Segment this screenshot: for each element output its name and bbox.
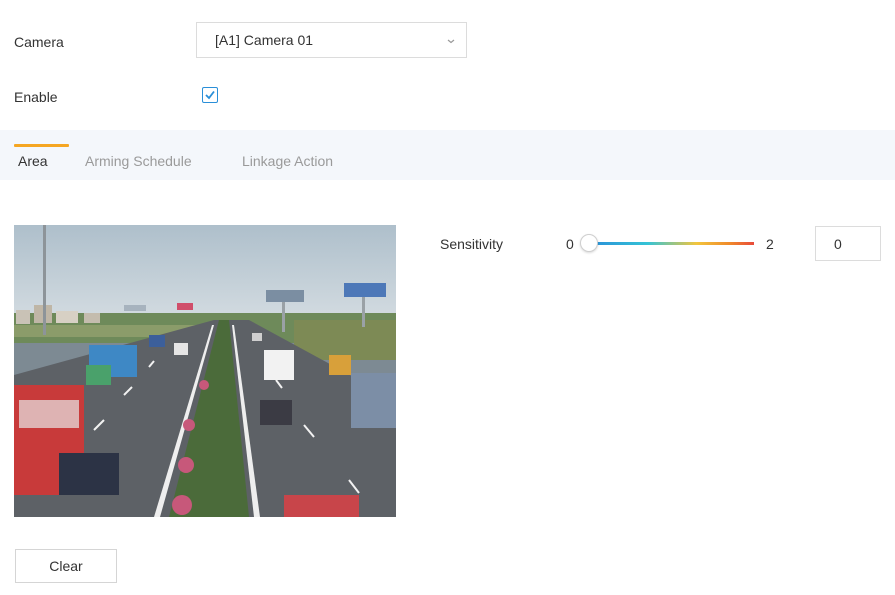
camera-preview[interactable] xyxy=(14,225,396,517)
camera-label: Camera xyxy=(14,34,64,50)
tab-area[interactable]: Area xyxy=(18,153,48,169)
sensitivity-label: Sensitivity xyxy=(440,236,504,252)
sensitivity-max-label: 2 xyxy=(766,236,774,252)
chevron-down-icon xyxy=(447,39,455,44)
tab-bar: Area Arming Schedule Linkage Action xyxy=(0,130,895,180)
sensitivity-value-input[interactable]: 0 xyxy=(815,226,881,261)
camera-select[interactable]: [A1] Camera 01 xyxy=(196,22,467,58)
motion-detection-panel: Camera [A1] Camera 01 Enable Area Arming… xyxy=(0,0,895,595)
sensitivity-min-label: 0 xyxy=(566,236,574,252)
tab-arming-schedule[interactable]: Arming Schedule xyxy=(85,153,192,169)
enable-checkbox[interactable] xyxy=(202,87,218,103)
checkmark-icon xyxy=(205,90,215,100)
active-tab-indicator xyxy=(14,144,69,147)
sensitivity-slider-thumb[interactable] xyxy=(580,234,598,252)
enable-label: Enable xyxy=(14,89,58,105)
camera-select-value: [A1] Camera 01 xyxy=(215,32,314,48)
clear-button[interactable]: Clear xyxy=(15,549,117,583)
tab-linkage-action[interactable]: Linkage Action xyxy=(242,153,333,169)
highway-scene-image xyxy=(14,225,396,517)
sensitivity-slider-track[interactable] xyxy=(590,242,754,245)
